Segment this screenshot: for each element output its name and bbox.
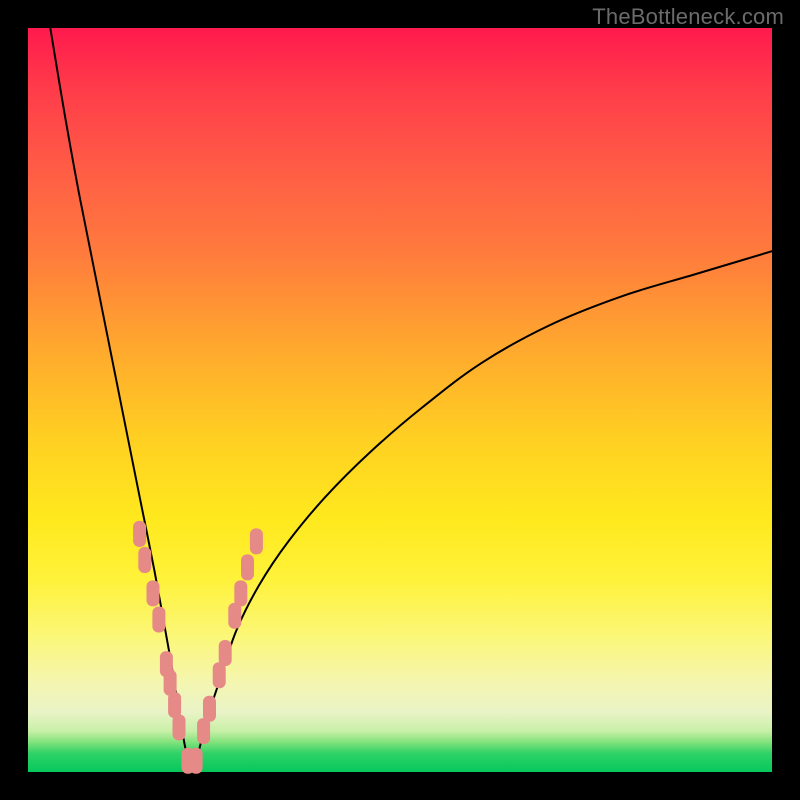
bottleneck-curve — [50, 28, 772, 772]
curve-marker — [133, 521, 146, 547]
plot-area — [28, 28, 772, 772]
bottleneck-curve-svg — [28, 28, 772, 772]
curve-marker — [152, 607, 165, 633]
curve-marker — [241, 554, 254, 580]
chart-frame: TheBottleneck.com — [0, 0, 800, 800]
curve-marker — [213, 662, 226, 688]
curve-marker — [168, 692, 181, 718]
curve-marker — [234, 580, 247, 606]
curve-marker — [173, 714, 186, 740]
watermark-text: TheBottleneck.com — [592, 4, 784, 30]
curve-marker — [203, 696, 216, 722]
curve-marker — [250, 528, 263, 554]
curve-marker — [147, 580, 160, 606]
curve-marker — [228, 603, 241, 629]
curve-marker — [197, 718, 210, 744]
curve-marker — [190, 748, 203, 774]
curve-marker — [138, 547, 151, 573]
curve-marker — [164, 670, 177, 696]
curve-marker — [219, 640, 232, 666]
